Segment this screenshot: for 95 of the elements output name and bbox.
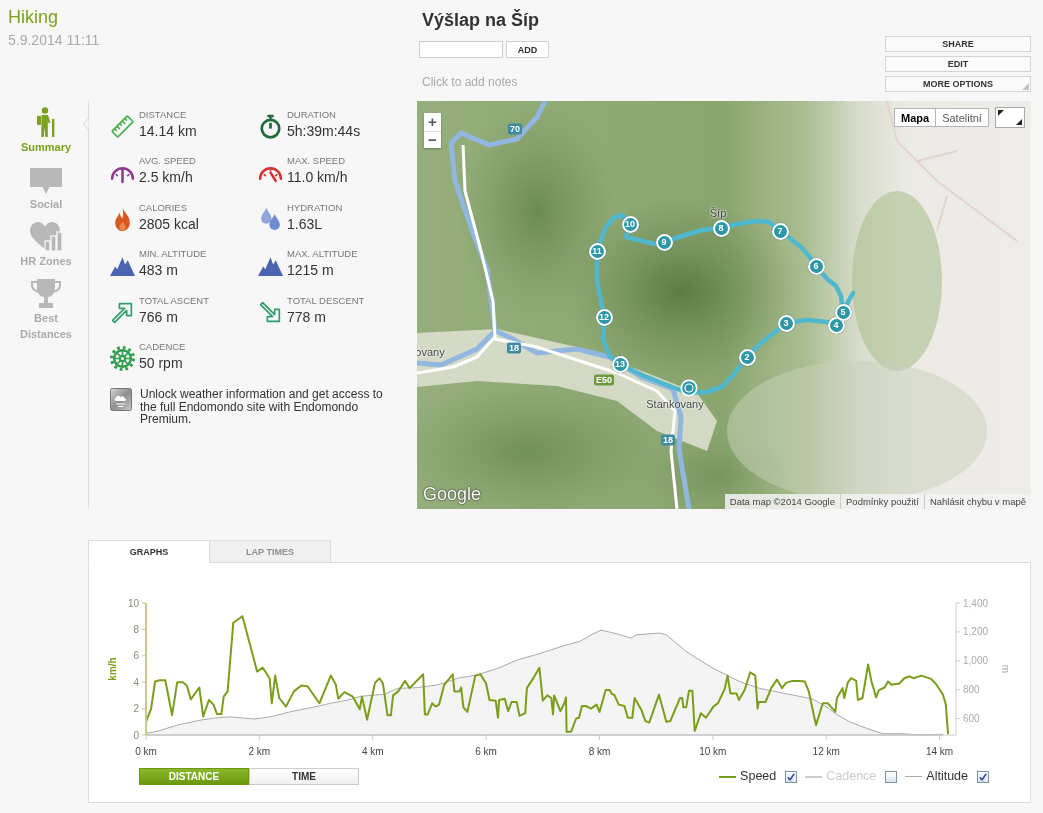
axis-tick-label: 10 km [699,746,727,757]
map-type-button[interactable]: Mapa [894,108,937,127]
water-drops-icon [258,206,283,232]
weather-tile-icon [110,388,132,412]
ruler-icon [110,114,135,139]
stat-label: MIN. ALTITUDE [139,248,207,261]
map-logo: Google [423,484,482,505]
corner-triangles-icon [998,110,1022,125]
stat-value: 11.0 km/h [287,169,348,187]
stat-value: 778 m [287,308,326,326]
axis-tick-label: 1,400 [963,597,989,609]
axis-title: km/h [107,657,118,681]
place-label: Stankovany [646,398,704,410]
dropdown-button[interactable]: MORE OPTIONS [885,76,1031,92]
axis-tick-label: 8 km [588,746,611,757]
place-label: Šíp [709,207,727,219]
legend-checkbox[interactable] [977,770,989,783]
hiker-icon [35,107,57,137]
map-expand-button[interactable] [995,107,1025,128]
checkmark-icon [979,772,987,781]
stat-label: TOTAL ASCENT [139,294,210,307]
stat-value: 2805 kcal [139,215,199,233]
stat-value: 766 m [139,308,178,326]
axis-tick-label: 2 [133,703,139,715]
legend-label: Altitude [926,769,968,784]
sidebar-tab[interactable]: Social [8,163,84,220]
stat-value: 483 m [139,262,178,280]
checkmark-icon [787,772,796,781]
action-button[interactable]: SHARE [885,36,1031,52]
road-number-sign: 70 [508,123,522,135]
sidebar-tab[interactable]: Best Distances [8,277,84,342]
stat-value: 2.5 km/h [139,169,193,187]
graph-tab[interactable]: GRAPHS [88,540,210,563]
stat-value: 1.63L [287,215,323,233]
stat-label: AVG. SPEED [139,155,196,168]
axis-tick-label: 6 km [475,746,497,757]
legend-label: Speed [740,769,777,784]
stat-value: 50 rpm [139,354,183,372]
map-type-button[interactable]: Satelitní [935,108,989,127]
stat-label: CALORIES [139,201,188,214]
axis-tick-label: 2 km [248,746,271,757]
axis-tick-label: 10 [127,597,139,609]
graph-tab[interactable]: LAP TIMES [209,540,331,563]
axis-mode-button[interactable]: DISTANCE [139,768,249,785]
trophy-icon [30,279,62,308]
heart-chart-icon [29,222,63,251]
axis-tick-label: 6 [133,650,139,662]
zoom-in-button[interactable]: + [424,113,441,131]
sidebar-tab[interactable]: HR Zones [8,220,84,277]
workout-title: Výšlap na Šíp [422,9,540,31]
attribution-text: Data map ©2014 Google [728,495,836,509]
stat-label: MAX. SPEED [287,155,346,168]
add-notes-link[interactable]: Click to add notes [422,75,518,89]
stat-value: 5h:39m:44s [287,123,361,140]
axis-tick-label: 0 km [135,746,157,757]
axis-tick-label: 14 km [925,746,954,757]
speech-bubble-icon [30,168,62,194]
road-number-sign: E50 [594,374,614,386]
stat-label: DISTANCE [139,109,187,121]
axis-mode-button[interactable]: TIME [249,768,359,785]
road-number-sign: 18 [661,434,675,446]
sidebar-tab[interactable]: Summary [8,106,84,163]
axis-tick-label: 600 [963,713,980,725]
stat-label: TOTAL DESCENT [287,294,365,307]
axis-tick-label: 12 km [812,746,840,757]
stopwatch-icon [258,114,283,139]
axis-tick-label: 0 [133,729,139,741]
workout-date: 5.9.2014 11:11 [8,32,100,48]
stat-label: CADENCE [139,340,186,353]
stat-label: DURATION [287,109,336,121]
attribution-link[interactable]: Podmínky použití [840,494,924,509]
axis-tick-label: 8 [133,623,139,635]
gear-icon [110,345,135,371]
legend-checkbox[interactable] [785,770,798,783]
axis-tick-label: 1,200 [963,626,989,638]
axis-tick-label: 4 km [361,746,384,757]
stat-value: 1215 m [287,262,334,280]
stat-label: HYDRATION [287,201,343,214]
activity-type: Hiking [8,7,59,28]
axis-tick-label: 4 [133,676,139,688]
legend-checkbox[interactable] [885,770,898,783]
add-button[interactable]: ADD [506,41,549,58]
stat-label: MAX. ALTITUDE [287,248,358,261]
tag-input-field[interactable] [419,41,503,58]
axis-tick-label: 1,000 [963,655,989,667]
stat-value: 14.14 km [139,123,197,140]
road-number-sign: 18 [507,342,521,354]
axis-tick-label: 800 [963,684,980,696]
dropdown-corner-icon [1022,83,1029,90]
axis-title: m [1000,664,1011,674]
premium-promo-text: Unlock weather information and get access to the full Endomondo site with Endomondo Premium. [140,388,384,426]
action-button[interactable]: EDIT [885,56,1031,72]
arrow-down-right-icon [258,299,283,325]
attribution-link[interactable]: Nahlásit chybu v mapě [923,494,1031,509]
start-marker-icon[interactable] [680,379,698,397]
